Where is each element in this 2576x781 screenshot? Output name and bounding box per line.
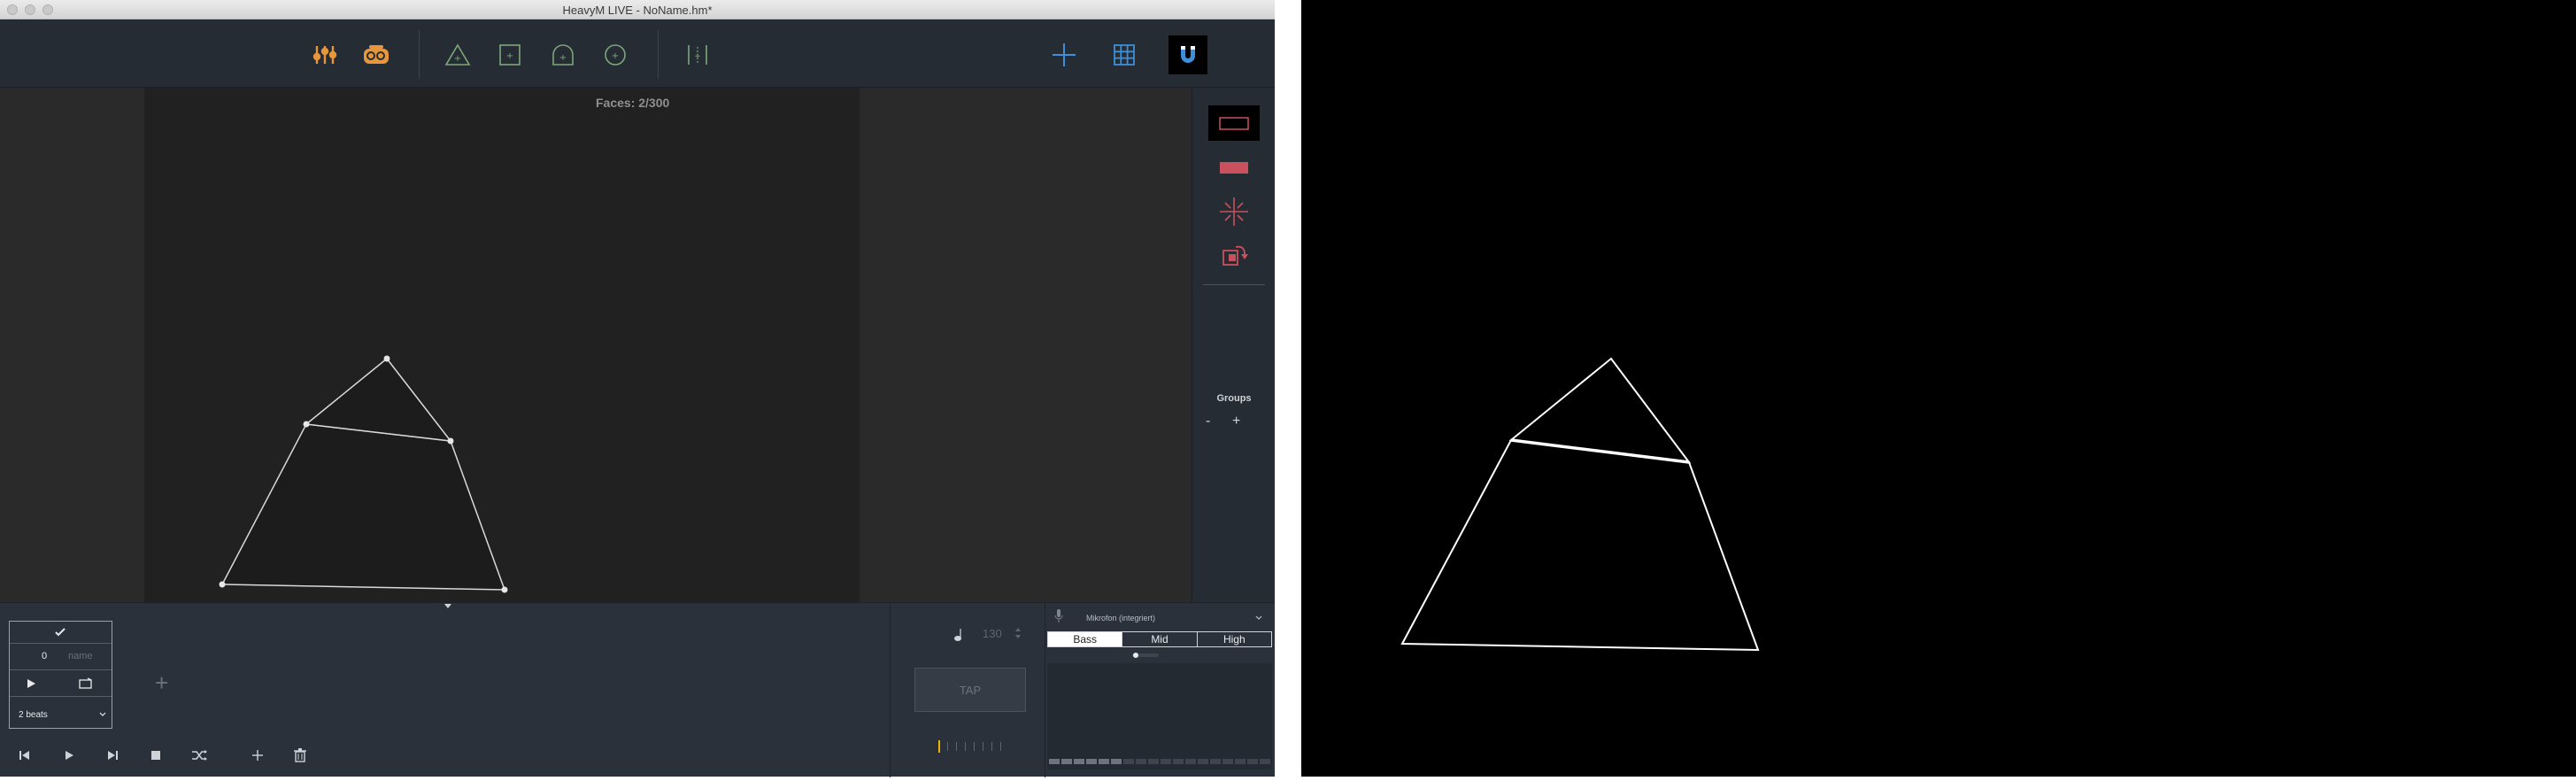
gain-slider[interactable] [1132,652,1159,659]
tap-tempo-button[interactable]: TAP [914,668,1026,712]
beat-indicator [938,740,1001,753]
crosshair-add-icon [1053,43,1076,66]
svg-text:+: + [612,51,619,61]
editor-canvas[interactable]: Faces: 2/300 [0,88,1192,602]
add-circle-button[interactable]: + [598,37,633,73]
skip-forward-icon [108,751,118,760]
output-quad-face [1400,438,1760,652]
stepper-icon[interactable] [1014,626,1022,640]
sparkle-icon [1220,197,1248,226]
sequence-info-row [10,644,112,670]
sparkle-button[interactable] [1208,194,1260,229]
split-icon: + [688,45,707,65]
sequence-number: 0 [42,651,48,661]
outline-rect-icon [1219,117,1249,130]
band-high-tab[interactable]: High [1197,632,1271,646]
frequency-band-tabs: Bass Mid High [1047,631,1272,647]
add-group-button[interactable]: + [1232,414,1240,429]
split-button[interactable]: + [680,37,715,73]
mixer-button[interactable] [307,37,343,73]
circle-add-icon: + [605,44,626,66]
vertex-handle[interactable] [303,421,310,428]
shuffle-icon [192,750,207,761]
projector-button[interactable] [359,37,394,73]
outline-rect-button[interactable] [1208,105,1260,141]
svg-text:+: + [694,52,701,61]
crosshair-add-button[interactable] [1046,37,1082,73]
svg-text:+: + [506,51,513,61]
svg-text:+: + [454,54,461,64]
plus-icon [252,750,263,761]
window-title: HeavyM LIVE - NoName.hm* [562,4,713,17]
remove-group-button[interactable]: - [1206,414,1210,429]
stop-button[interactable] [145,745,166,766]
band-bass-tab[interactable]: Bass [1048,632,1123,646]
filled-rect-button[interactable] [1208,150,1260,185]
main-toolbar: + + + + + [0,19,1275,88]
sequence-card[interactable]: 0 name 2 beats [9,621,112,729]
microphone-icon [1054,609,1063,622]
triangle-add-icon: + [444,43,471,66]
sequence-active-toggle[interactable] [10,622,112,644]
band-mid-tab[interactable]: Mid [1122,632,1198,646]
vertex-handle[interactable] [501,586,508,593]
next-button[interactable] [102,745,123,766]
beats-select[interactable]: 2 beats [19,710,48,720]
play-icon[interactable] [26,678,36,689]
screen-gap [1275,0,1301,777]
delete-button[interactable] [289,745,311,766]
title-bar: HeavyM LIVE - NoName.hm* [0,0,1275,19]
shape-layer[interactable] [0,88,1192,602]
sequence-name-input[interactable]: name [68,651,93,661]
vertex-handle[interactable] [447,437,454,445]
audio-spectrum [1047,663,1272,769]
bpm-value[interactable]: 130 [983,627,1002,640]
transform-icon [1222,245,1248,266]
collapse-panel-button[interactable] [423,601,473,614]
mixer-icon [312,46,337,64]
magnet-icon [1181,46,1195,63]
level-meter [1049,759,1270,764]
output-shapes [1400,357,1760,652]
add-sequence-button[interactable]: + [155,669,168,697]
filled-rect-icon [1220,162,1248,174]
projector-icon [364,45,389,64]
transform-button[interactable] [1208,238,1260,274]
face-tools-panel: Groups - + [1192,88,1275,602]
trash-icon [294,748,306,762]
grid-button[interactable] [1107,37,1142,73]
play-button[interactable] [58,745,80,766]
play-icon [66,751,73,760]
svg-text:+: + [559,53,567,63]
quad-face[interactable] [220,423,506,591]
add-cue-button[interactable] [247,745,268,766]
grid-icon [1114,44,1135,66]
record-loop-icon[interactable] [79,677,93,690]
groups-label: Groups [1216,393,1252,404]
vertex-handle[interactable] [219,581,226,588]
heavym-window: HeavyM LIVE - NoName.hm* + + + + + Faces… [0,0,1275,777]
chevron-down-icon[interactable] [98,711,107,718]
add-square-button[interactable]: + [492,37,528,73]
stop-icon [151,751,160,760]
sequencer-panel: 0 name 2 beats + 130 TAP Mikrofon (integ… [0,602,1275,777]
check-icon [55,628,66,637]
add-dome-button[interactable]: + [545,37,581,73]
dome-add-icon: + [552,44,574,66]
metronome-icon [954,629,961,641]
vertex-handle[interactable] [383,355,390,362]
audio-analysis-panel: Mikrofon (integriert) Bass Mid High [1045,603,1275,777]
skip-back-icon [19,751,29,760]
chevron-down-icon [444,604,451,608]
magnet-snap-button[interactable] [1168,35,1207,74]
shuffle-button[interactable] [189,745,210,766]
chevron-down-icon[interactable] [1254,615,1263,622]
square-add-icon: + [499,44,521,66]
add-triangle-button[interactable]: + [440,37,475,73]
audio-input-select[interactable]: Mikrofon (integriert) [1086,614,1155,622]
sequence-controls-row [10,670,112,697]
previous-button[interactable] [14,745,35,766]
projector-output-window [1301,0,2576,777]
